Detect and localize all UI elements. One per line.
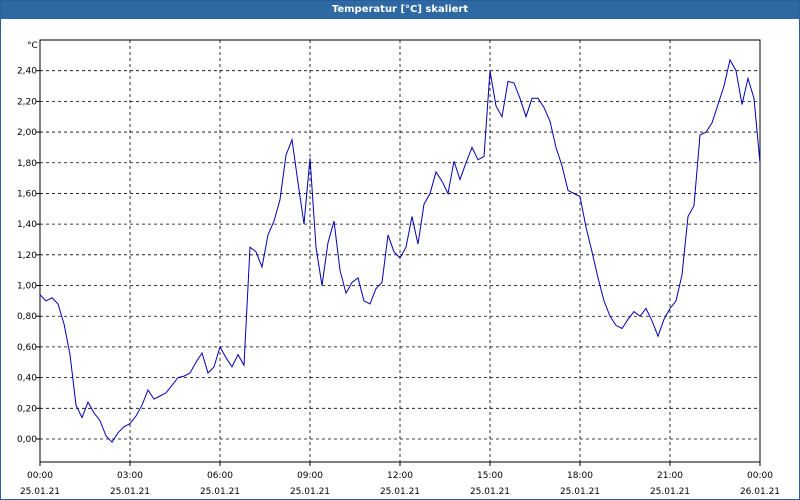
x-tick-time-label: 00:00 [747, 471, 773, 481]
x-tick-time-label: 18:00 [567, 471, 593, 481]
y-tick-label: 1,20 [17, 251, 37, 261]
y-axis-ticks: 0,00 0,20 0,40 0,60 0,80 1,00 1,20 1,40 1,60 1,80… [17, 67, 40, 445]
y-tick-label: 2,20 [17, 97, 37, 107]
y-axis-label: °C [27, 41, 38, 51]
x-axis-ticks: 00:00 25.01.21 03:00 25.01.21 06:00 25.01.21 0… [20, 462, 780, 497]
x-tick-time-label: 15:00 [477, 471, 503, 481]
x-tick-time-label: 06:00 [207, 471, 233, 481]
y-tick-label: 2,40 [17, 67, 37, 77]
y-tick-label: 2,00 [17, 128, 37, 138]
x-tick-date-label: 25.01.21 [470, 487, 510, 497]
y-tick-label: 0,60 [17, 343, 37, 353]
x-tick-date-label: 25.01.21 [200, 487, 240, 497]
x-tick-time-label: 00:00 [27, 471, 53, 481]
x-tick-time-label: 03:00 [117, 471, 143, 481]
y-tick-label: 0,20 [17, 404, 37, 414]
x-tick-time-label: 09:00 [297, 471, 323, 481]
x-tick-date-label: 25.01.21 [290, 487, 330, 497]
y-tick-label: 1,00 [17, 282, 37, 292]
temperature-chart: 0,00 0,20 0,40 0,60 0,80 1,00 1,20 1,40 1,60 1,80… [17, 39, 780, 497]
x-tick-date-label: 25.01.21 [20, 487, 60, 497]
y-tick-label: 1,40 [17, 220, 37, 230]
x-tick-date-label: 25.01.21 [110, 487, 150, 497]
y-tick-label: 1,80 [17, 159, 37, 169]
x-tick-time-label: 12:00 [387, 471, 413, 481]
x-tick-time-label: 21:00 [657, 471, 683, 481]
y-tick-label: 0,80 [17, 312, 37, 322]
y-tick-label: 0,40 [17, 374, 37, 384]
x-tick-date-label: 25.01.21 [380, 487, 420, 497]
x-tick-date-label: 25.01.21 [560, 487, 600, 497]
y-tick-label: 0,00 [17, 435, 37, 445]
x-tick-date-label: 25.01.21 [650, 487, 690, 497]
x-tick-date-label: 26.01.21 [740, 487, 780, 497]
y-tick-label: 1,60 [17, 189, 37, 199]
